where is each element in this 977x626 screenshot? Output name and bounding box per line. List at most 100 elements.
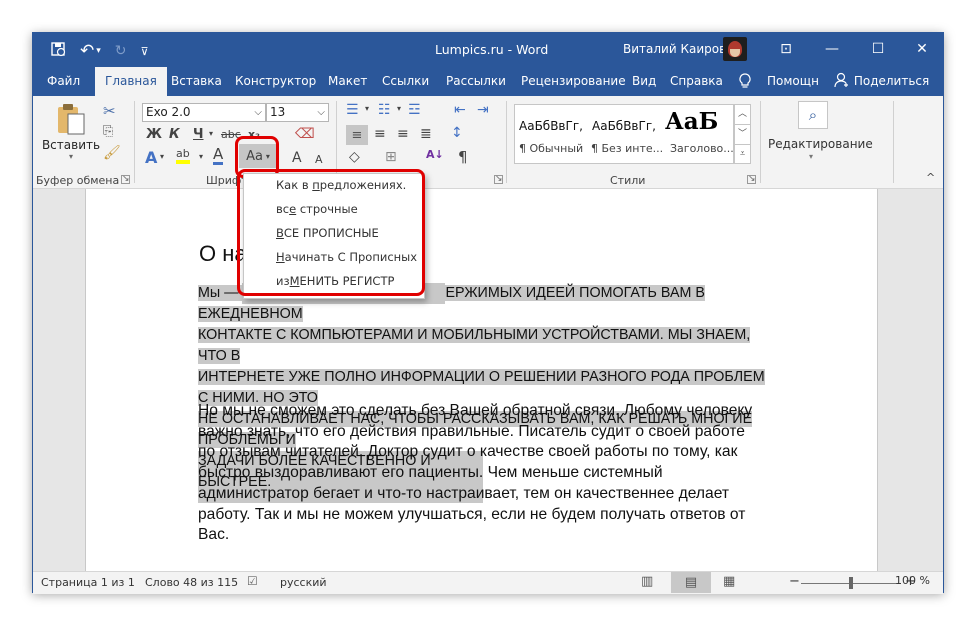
editing-search-icon[interactable]: ⌕ [798,101,828,129]
line-spacing-button[interactable]: ↕ [451,125,463,141]
tab-help[interactable]: Справка [670,67,723,96]
align-right-button[interactable]: ≡ [397,126,409,142]
undo-dropdown-icon[interactable]: ▾ [96,46,101,56]
proofing-icon[interactable]: ☑ [247,574,258,588]
separator [134,101,135,183]
clear-formatting-button[interactable]: ⌫ [295,126,315,142]
font-color-button[interactable]: A [213,146,224,165]
tab-insert[interactable]: Вставка [171,67,222,96]
paragraph[interactable]: Но мы не сможем это сделать без Вашей об… [198,401,798,546]
read-mode-icon[interactable]: ▥ [641,574,653,589]
style-preview-heading[interactable]: АаБ [665,108,718,135]
avatar[interactable] [723,37,747,61]
copy-icon[interactable]: ⎘ [103,124,113,139]
decrease-indent-button[interactable]: ⇤ [454,102,466,118]
tab-design[interactable]: Конструктор [235,67,316,96]
borders-button[interactable]: ⊞ [385,149,397,165]
text-line: работу. Так и мы не можем улучшаться, ес… [198,505,746,523]
ribbon-display-options-button[interactable]: ⊡ [763,33,809,65]
font-size-value: 13 [270,105,286,119]
redo-icon[interactable]: ↻ [115,43,127,59]
highlight-color-button[interactable]: ab [176,147,190,164]
separator [893,101,894,183]
close-button[interactable]: ✕ [899,33,945,65]
tab-view[interactable]: Вид [632,67,656,96]
text-effects-dropdown-icon[interactable]: ▾ [160,152,164,161]
tab-file[interactable]: Файл [47,67,80,96]
separator [506,101,507,183]
clipboard-launcher-icon[interactable]: ↘ [121,175,130,184]
bullets-button[interactable]: ☰ [346,102,359,118]
grow-font-button[interactable]: A [292,150,302,166]
web-layout-icon[interactable]: ▦ [723,574,735,589]
user-name[interactable]: Виталий Каиров [623,42,726,56]
text-line: администратор бегает и что-то настраивае… [198,484,729,502]
page-count[interactable]: Страница 1 из 1 [41,576,135,589]
save-icon[interactable] [51,41,66,61]
ribbon-display-icon: ⊡ [780,41,792,57]
show-formatting-button[interactable]: ¶ [458,148,468,166]
shrink-font-button[interactable]: A [315,153,323,166]
tab-home[interactable]: Главная [95,67,167,97]
paste-button[interactable]: Вставить ▾ [42,102,100,166]
numbering-button[interactable]: ☷ [378,102,391,118]
document-area: О на Мы — ЕРЖИМЫХ ИДЕЕЙ ПОМОГАТЬ ВАМ В Е… [33,189,943,571]
font-size-combo[interactable]: 13 ⌵ [266,103,329,122]
text-line: Вас. [198,526,230,544]
italic-button[interactable]: К [169,127,180,142]
minimize-button[interactable]: — [809,33,855,65]
customize-qat-icon[interactable]: ⊽ [141,45,149,58]
underline-button[interactable]: Ч [193,127,204,142]
zoom-slider-thumb[interactable] [849,577,853,589]
styles-group-label: Стили [610,174,646,187]
print-layout-icon[interactable]: ▤ [671,572,711,593]
style-preview-normal[interactable]: АаБбВвГг, [519,119,583,133]
numbering-dropdown-icon[interactable]: ▾ [397,104,401,113]
styles-more[interactable]: ⩡ [735,145,750,164]
tab-review[interactable]: Рецензирование [521,67,626,96]
style-name-heading[interactable]: Заголово... [670,142,734,155]
align-center-button[interactable]: ≡ [374,126,386,142]
lightbulb-icon[interactable] [739,67,751,96]
styles-launcher-icon[interactable]: ↘ [747,175,756,184]
tab-mailings[interactable]: Рассылки [446,67,506,96]
editing-dropdown-icon[interactable]: ▾ [809,152,813,161]
zoom-level[interactable]: 100 % [895,574,930,587]
document-page[interactable]: О на Мы — ЕРЖИМЫХ ИДЕЕЙ ПОМОГАТЬ ВАМ В Е… [85,189,878,571]
text-effects-button[interactable]: A [145,148,157,167]
underline-dropdown-icon[interactable]: ▾ [209,129,213,138]
paragraph-launcher-icon[interactable]: ↘ [494,175,503,184]
highlight-dropdown-icon[interactable]: ▾ [199,152,203,161]
tab-references[interactable]: Ссылки [382,67,429,96]
close-icon: ✕ [916,41,928,57]
maximize-button[interactable]: ☐ [855,33,901,65]
font-name-combo[interactable]: Exo 2.0 ⌵ [142,103,266,122]
language[interactable]: русский [280,576,327,589]
change-case-menu-highlight [237,169,425,296]
undo-icon[interactable]: ↶ [80,41,94,61]
bullets-dropdown-icon[interactable]: ▾ [365,104,369,113]
align-left-button[interactable]: ≡ [346,125,368,145]
editing-button[interactable]: Редактирование [768,137,873,151]
word-count[interactable]: Слово 48 из 115 [145,576,238,589]
cut-icon[interactable]: ✂ [103,102,116,120]
share-button[interactable]: Поделиться [834,67,929,96]
share-person-icon [834,72,848,88]
styles-scroll-down[interactable]: ﹀ [735,125,750,145]
shading-button[interactable]: ◇ [349,149,360,165]
sort-button[interactable]: А↓ [426,148,444,161]
format-painter-icon[interactable]: 🖌 [103,145,121,161]
styles-scroll-up[interactable]: ︿ [735,105,750,125]
multilevel-list-button[interactable]: ☲ [408,102,421,118]
justify-button[interactable]: ≣ [420,126,432,142]
style-name-normal[interactable]: ¶ Обычный [519,142,583,155]
style-preview-no-spacing[interactable]: АаБбВвГг, [592,119,656,133]
bold-button[interactable]: Ж [146,127,162,142]
tell-me-search[interactable]: Помощн [767,67,819,96]
tab-layout[interactable]: Макет [328,67,367,96]
minimize-icon: — [825,41,839,57]
increase-indent-button[interactable]: ⇥ [477,102,489,118]
style-name-no-spacing[interactable]: ¶ Без инте... [591,142,663,155]
zoom-out-button[interactable]: − [789,574,800,589]
collapse-ribbon-icon[interactable]: ^ [926,171,935,184]
